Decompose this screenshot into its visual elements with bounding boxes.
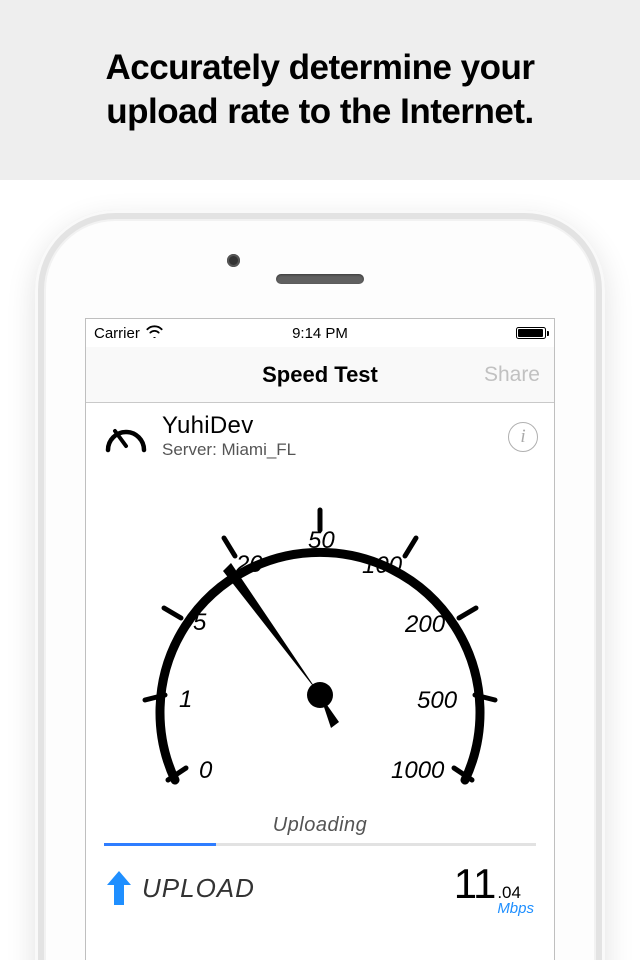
gauge-tick-20: 20 (235, 551, 263, 578)
gauge-needle (223, 563, 339, 728)
speedometer-icon (104, 418, 148, 456)
upload-unit: Mbps (497, 901, 534, 916)
gauge-tick-0: 0 (199, 757, 213, 784)
gauge-tick-5: 5 (193, 609, 207, 636)
promo-line1: Accurately determine your (105, 48, 534, 87)
status-right (348, 327, 546, 339)
gauge: 0 1 5 20 50 100 200 500 1000 (86, 470, 554, 820)
nav-bar: Speed Test Share (86, 347, 554, 403)
upload-readout: UPLOAD 11 .04 Mbps (86, 846, 554, 916)
gauge-tick-1: 1 (179, 686, 192, 713)
nav-title: Speed Test (262, 362, 378, 388)
wifi-icon (146, 325, 163, 342)
battery-icon (516, 327, 546, 339)
carrier-label: Carrier (94, 325, 140, 342)
upload-value-frac: .04 (497, 884, 521, 901)
gauge-tick-50: 50 (308, 527, 335, 554)
progress-bar (104, 843, 536, 846)
phone-screen: Carrier 9:14 PM Speed Test (85, 318, 555, 960)
promo-line2: upload rate to the Internet. (106, 92, 533, 131)
gauge-tick-100: 100 (362, 552, 403, 579)
info-button[interactable]: i (508, 422, 538, 452)
server-subtitle: Server: Miami_FL (162, 440, 494, 460)
status-left: Carrier (94, 325, 292, 342)
share-button[interactable]: Share (484, 363, 540, 387)
upload-arrow-icon (106, 869, 132, 907)
phone-frame: Carrier 9:14 PM Speed Test (35, 210, 605, 960)
gauge-tick-1000: 1000 (391, 757, 445, 784)
phone-speaker (276, 274, 364, 284)
server-text: YuhiDev Server: Miami_FL (162, 413, 494, 460)
upload-value-int: 11 (454, 860, 496, 908)
device-stage: Carrier 9:14 PM Speed Test (0, 180, 640, 960)
gauge-tick-500: 500 (417, 687, 458, 714)
status-time: 9:14 PM (292, 325, 348, 342)
promo-banner: Accurately determine your upload rate to… (0, 0, 640, 180)
upload-value: 11 .04 Mbps (454, 860, 534, 916)
status-bar: Carrier 9:14 PM (86, 319, 554, 347)
promo-headline: Accurately determine your upload rate to… (105, 46, 534, 134)
progress-fill (104, 843, 216, 846)
upload-label: UPLOAD (142, 873, 255, 904)
server-name: YuhiDev (162, 413, 494, 439)
server-row: YuhiDev Server: Miami_FL i (86, 403, 554, 470)
gauge-tick-200: 200 (404, 611, 446, 638)
